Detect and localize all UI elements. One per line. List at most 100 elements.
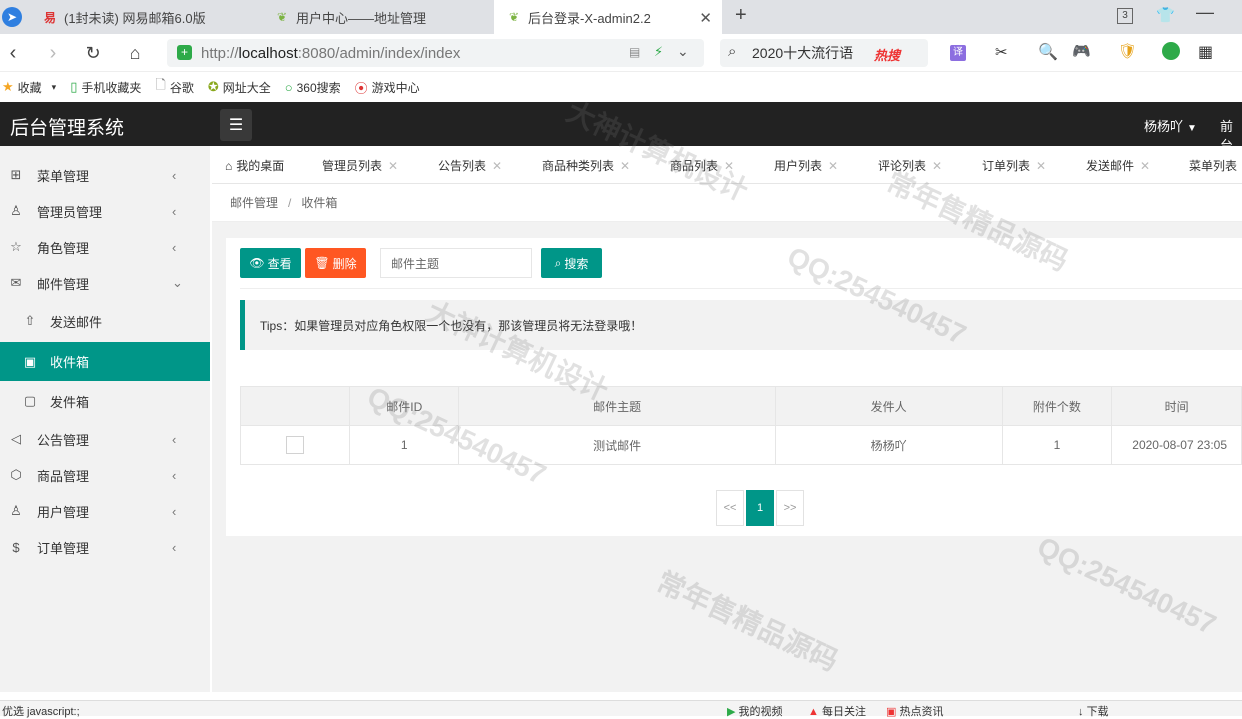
tab-comment-list[interactable]: 评论列表 ✕	[878, 157, 942, 174]
sidebar-item-notices[interactable]: ◁ 公告管理 ‹	[0, 421, 210, 457]
breadcrumb-parent[interactable]: 邮件管理	[230, 194, 278, 211]
close-icon[interactable]: ✕	[388, 159, 398, 173]
close-icon[interactable]: ✕	[932, 159, 942, 173]
sidebar-item-products[interactable]: ⬡ 商品管理 ‹	[0, 457, 210, 493]
subject-search-input[interactable]: 邮件主题	[380, 248, 532, 278]
tab-send-mail[interactable]: 发送邮件 ✕	[1086, 157, 1150, 174]
close-icon[interactable]: ✕	[492, 159, 502, 173]
sidebar-item-admins[interactable]: ♙ 管理员管理 ‹	[0, 193, 210, 229]
close-tab-icon[interactable]: ✕	[699, 9, 712, 27]
view-button[interactable]: 👁 查看	[240, 248, 301, 278]
column-header: 邮件主题	[458, 386, 776, 426]
search-label: 搜索	[564, 256, 589, 271]
leaf-icon: ❦	[276, 10, 288, 24]
browser-tab-admin[interactable]: ❦ 后台登录-X-admin2.2 ✕	[494, 0, 722, 34]
translate-icon[interactable]: 译	[950, 45, 966, 61]
close-icon[interactable]: ✕	[828, 159, 838, 173]
status-item-news[interactable]: ▣ 热点资讯	[886, 703, 943, 719]
new-tab-button[interactable]: +	[735, 4, 747, 27]
forward-icon[interactable]: ›	[40, 40, 66, 66]
globe-icon: ✪	[207, 79, 219, 94]
tab-category-list[interactable]: 商品种类列表 ✕	[542, 157, 630, 174]
tab-label: 我的桌面	[236, 159, 285, 173]
pagination-page[interactable]: 1	[746, 490, 774, 526]
table-row[interactable]: 1 测试邮件 杨杨吖 1 2020-08-07 23:05	[239, 425, 1242, 465]
tab-count-badge[interactable]: 3	[1117, 8, 1133, 24]
sidebar-item-inbox[interactable]: ▣ 收件箱	[0, 342, 210, 381]
bookmark-favorites[interactable]: ★ 收藏 ▾	[2, 79, 56, 96]
chevron-down-icon[interactable]: ⌄	[677, 43, 689, 60]
sidebar-item-outbox[interactable]: ▢ 发件箱	[0, 383, 210, 419]
bookmark-mobile[interactable]: ▯ 手机收藏夹	[70, 79, 141, 96]
home-icon[interactable]: ⌂	[122, 40, 148, 66]
tab-user-list[interactable]: 用户列表 ✕	[774, 157, 838, 174]
sidebar-item-label: 邮件管理	[37, 276, 90, 292]
sidebar-item-send-mail[interactable]: ⇧ 发送邮件	[0, 303, 210, 339]
tab-admin-list[interactable]: 管理员列表 ✕	[322, 157, 398, 174]
tab-label: 评论列表	[878, 159, 927, 173]
pagination-next[interactable]: >>	[776, 490, 804, 526]
refresh-icon[interactable]: ↻	[80, 40, 106, 66]
sidebar-item-users[interactable]: ♙ 用户管理 ‹	[0, 493, 210, 529]
user-menu[interactable]: 杨杨吖 ▼	[1144, 116, 1197, 135]
status-item-download[interactable]: ↓ 下载	[1078, 703, 1109, 719]
column-header: 附件个数	[1001, 386, 1113, 426]
delete-button[interactable]: 🗑 删除	[305, 248, 366, 278]
browser-tab-title: 用户中心——地址管理	[296, 10, 427, 26]
sidebar-item-orders[interactable]: $ 订单管理 ‹	[0, 529, 210, 565]
magnifier-icon[interactable]: 🔍	[1038, 42, 1058, 62]
chevron-down-icon: ⌄	[172, 275, 183, 290]
bookmark-360search[interactable]: ○ 360搜索	[285, 79, 341, 96]
browser-search-box[interactable]: ⌕ 2020十大流行语 热搜	[720, 39, 928, 67]
bookmark-google[interactable]: 🗋 谷歌	[155, 76, 193, 98]
sidebar-item-mail[interactable]: ✉ 邮件管理 ⌄	[0, 265, 210, 301]
netease-mail-icon: 易	[43, 10, 56, 25]
apps-grid-icon[interactable]: ▦	[1198, 42, 1213, 62]
scissors-icon[interactable]: ✂	[995, 43, 1008, 61]
bookmark-label: 谷歌	[169, 80, 194, 95]
chat-icon[interactable]	[1162, 42, 1180, 60]
tips-notice: Tips：如果管理员对应角色权限一个也没有，那该管理员将无法登录哦！	[240, 300, 1242, 350]
minimize-icon[interactable]: —	[1196, 2, 1214, 23]
sidebar-item-menus[interactable]: ⊞ 菜单管理 ‹	[0, 157, 210, 193]
browser-logo-icon[interactable]: ➤	[2, 7, 22, 27]
status-item-daily[interactable]: ▲ 每日关注	[808, 703, 866, 719]
mail-sender-cell: 杨杨吖	[774, 425, 1003, 465]
sidebar-item-roles[interactable]: ☆ 角色管理 ‹	[0, 229, 210, 265]
coin-icon[interactable]: 🛡	[1118, 42, 1137, 60]
search-button[interactable]: ⌕ 搜索	[541, 248, 602, 278]
chevron-left-icon: ‹	[172, 503, 177, 519]
browser-tab-address[interactable]: ❦ 用户中心——地址管理	[262, 0, 494, 34]
tab-label: 发送邮件	[1086, 159, 1135, 173]
reader-icon[interactable]: ▤	[629, 45, 640, 59]
game-icon[interactable]: 🎮	[1072, 42, 1091, 60]
tab-desktop[interactable]: ⌂ 我的桌面	[225, 157, 284, 174]
menu-toggle-button[interactable]: ☰	[220, 109, 252, 141]
trash-icon: 🗑	[314, 256, 330, 270]
tab-product-list[interactable]: 商品列表 ✕	[670, 157, 734, 174]
hot-search-badge[interactable]: 热搜	[874, 45, 900, 64]
status-item-videos[interactable]: ▶ 我的视频	[727, 703, 783, 719]
bolt-icon[interactable]: ⚡	[654, 44, 663, 60]
status-bar: 优选 javascript:; ▶ 我的视频 ▲ 每日关注 ▣ 热点资讯 ↓ 下…	[0, 700, 1242, 719]
bookmark-directory[interactable]: ✪ 网址大全	[208, 79, 271, 96]
bookmark-games[interactable]: ⦿ 游戏中心	[355, 78, 420, 97]
close-icon[interactable]: ✕	[620, 159, 630, 173]
box-icon: ⬡	[10, 467, 22, 482]
pagination-prev[interactable]: <<	[716, 490, 744, 526]
search-text: 2020十大流行语	[752, 45, 854, 61]
close-icon[interactable]: ✕	[1036, 159, 1046, 173]
close-icon[interactable]: ✕	[724, 159, 734, 173]
tab-notice-list[interactable]: 公告列表 ✕	[438, 157, 502, 174]
url-bar[interactable]: + http://localhost:8080/admin/index/inde…	[167, 39, 704, 67]
sidebar-item-label: 菜单管理	[37, 168, 90, 184]
hamburger-icon: ☰	[228, 117, 244, 134]
row-checkbox[interactable]	[286, 436, 305, 454]
column-header: 发件人	[774, 386, 1003, 426]
shirt-icon[interactable]: 👕	[1156, 6, 1175, 24]
browser-tab-mail[interactable]: 易 (1封未读) 网易邮箱6.0版	[30, 0, 262, 34]
back-icon[interactable]: ‹	[0, 40, 26, 66]
tab-menu-list[interactable]: 菜单列表	[1189, 157, 1237, 174]
tab-order-list[interactable]: 订单列表 ✕	[982, 157, 1046, 174]
close-icon[interactable]: ✕	[1140, 159, 1150, 173]
